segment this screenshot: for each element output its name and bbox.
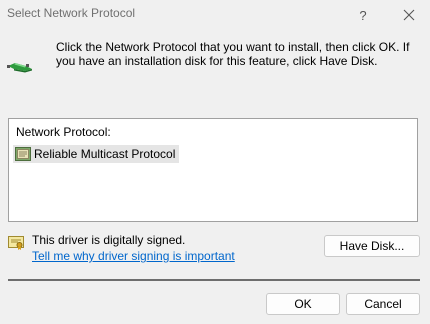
have-disk-button[interactable]: Have Disk... xyxy=(324,235,420,257)
help-icon: ? xyxy=(359,7,367,23)
list-item[interactable]: Reliable Multicast Protocol xyxy=(13,145,180,163)
close-button[interactable] xyxy=(386,0,430,30)
protocol-list[interactable]: Network Protocol: Reliable Multicast Pro… xyxy=(8,118,418,222)
select-network-protocol-dialog: Select Network Protocol ? Click the Netw… xyxy=(0,0,430,324)
list-header: Network Protocol: xyxy=(16,125,111,139)
certificate-icon xyxy=(8,236,24,250)
title-bar: Select Network Protocol ? xyxy=(0,0,430,30)
instruction-text: Click the Network Protocol that you want… xyxy=(56,40,410,68)
list-item-label: Reliable Multicast Protocol xyxy=(34,147,176,161)
cancel-button[interactable]: Cancel xyxy=(346,293,420,315)
help-button[interactable]: ? xyxy=(340,0,386,30)
close-icon xyxy=(403,9,415,21)
separator xyxy=(8,279,420,281)
protocol-icon xyxy=(15,147,31,161)
signing-status: This driver is digitally signed. xyxy=(32,233,186,247)
driver-signing-link[interactable]: Tell me why driver signing is important xyxy=(32,249,235,263)
network-protocol-icon xyxy=(7,63,32,73)
ok-button[interactable]: OK xyxy=(266,293,340,315)
window-title: Select Network Protocol xyxy=(7,6,136,20)
